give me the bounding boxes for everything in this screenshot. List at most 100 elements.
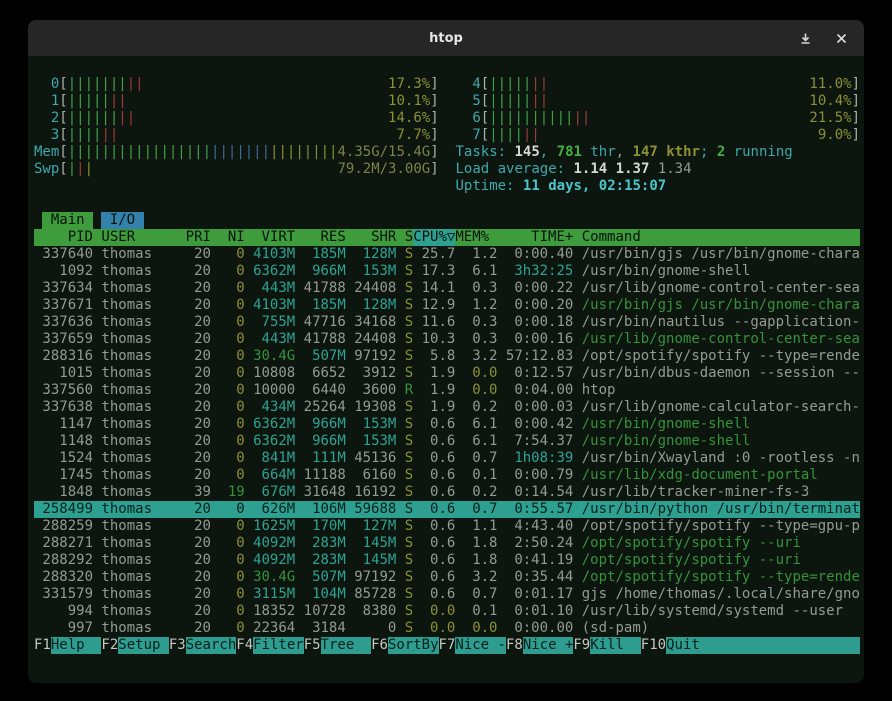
fn-key-f1[interactable]: F1: [34, 637, 51, 654]
text-segment: 145: [515, 144, 540, 161]
column-header-user[interactable]: USER: [101, 229, 177, 246]
process-row[interactable]: 1015thomas2001080866523912S1.90.00:12.57…: [34, 365, 860, 382]
fn-key-f4[interactable]: F4: [236, 637, 253, 654]
process-row[interactable]: 288259thomas2001625M170M127MS0.61.14:43.…: [34, 518, 860, 535]
bracket: ]: [852, 93, 860, 110]
column-header-pri[interactable]: PRI: [177, 229, 211, 246]
fn-key-f7[interactable]: F7: [439, 637, 456, 654]
column-header-mem[interactable]: MEM%: [455, 229, 497, 246]
fn-label-f10[interactable]: Quit: [666, 637, 860, 654]
cell-mem: 0.3: [455, 331, 497, 348]
process-row[interactable]: 1848thomas3919676M3164816192S0.60.20:14.…: [34, 484, 860, 501]
tab-main[interactable]: Main: [42, 212, 93, 229]
cell-cmd: /usr/lib/gnome-calculator-search-prov: [582, 399, 860, 416]
bar-segment: ||: [110, 93, 127, 109]
process-row[interactable]: 288320thomas20030.4G507M97192S0.63.20:35…: [34, 569, 860, 586]
column-header-time[interactable]: TIME+: [497, 229, 573, 246]
meter-bars: ||||||||: [68, 110, 388, 127]
window-titlebar[interactable]: htop: [28, 20, 864, 56]
window-title: htop: [28, 31, 864, 46]
process-row[interactable]: 337640thomas2004103M185M128MS25.71.20:00…: [34, 246, 860, 263]
cell-res: 6440: [295, 382, 346, 399]
restore-down-icon[interactable]: [798, 31, 812, 45]
cell-cmd: htop: [582, 382, 616, 399]
process-row[interactable]: 288292thomas2004092M283M145MS0.61.80:41.…: [34, 552, 860, 569]
cell-res: 966M: [295, 263, 346, 280]
cell-mem: 0.7: [455, 586, 497, 603]
process-row[interactable]: 1147thomas2006362M966M153MS0.66.10:00.42…: [34, 416, 860, 433]
cell-mem: 0.0: [455, 365, 497, 382]
close-icon[interactable]: [834, 31, 848, 45]
cell-cpu: 5.8: [413, 348, 455, 365]
process-row[interactable]: 337560thomas2001000064403600R1.90.00:04.…: [34, 382, 860, 399]
cell-res: 507M: [295, 569, 346, 586]
process-row-selected[interactable]: 258499thomas200626M106M59688S0.60.70:55.…: [34, 501, 860, 518]
process-row[interactable]: 1148thomas2006362M966M153MS0.66.17:54.37…: [34, 433, 860, 450]
process-row[interactable]: 337659thomas200443M4178824408S10.30.30:0…: [34, 331, 860, 348]
cell-s: S: [396, 603, 413, 620]
fn-label-f6[interactable]: SortBy: [388, 637, 439, 654]
column-header-cpu[interactable]: CPU%▽: [413, 229, 455, 246]
bar-segment: ||||||||||: [489, 110, 573, 126]
cell-time: 7:54.37: [497, 433, 573, 450]
cell-pid: 997: [34, 620, 93, 637]
column-header-ni[interactable]: NI: [211, 229, 245, 246]
bar-segment: ||||||||: [270, 144, 337, 160]
bracket: ]: [430, 110, 438, 127]
fn-label-f3[interactable]: Search: [186, 637, 237, 654]
cell-shr: 19308: [346, 399, 397, 416]
fn-label-f5[interactable]: Tree: [321, 637, 372, 654]
process-row[interactable]: 337634thomas200443M4178824408S14.10.30:0…: [34, 280, 860, 297]
process-row[interactable]: 1524thomas200841M111M45136S0.60.71h08:39…: [34, 450, 860, 467]
cell-shr: 128M: [346, 246, 397, 263]
fn-label-f7[interactable]: Nice -: [455, 637, 506, 654]
cell-mem: 6.1: [455, 416, 497, 433]
cell-virt: 10808: [245, 365, 296, 382]
meters-right-column: 4[|||||||11.0%]5[|||||||10.4%]6[||||||||…: [455, 76, 860, 195]
fn-label-f8[interactable]: Nice +: [523, 637, 574, 654]
column-header-pid[interactable]: PID: [34, 229, 93, 246]
process-row[interactable]: 288271thomas2004092M283M145MS0.61.82:50.…: [34, 535, 860, 552]
cell-pid: 1148: [34, 433, 93, 450]
cell-pid: 1015: [34, 365, 93, 382]
bracket: ]: [430, 93, 438, 110]
process-row[interactable]: 997thomas2002236431840S0.00.00:00.00(sd-…: [34, 620, 860, 637]
cell-ni: 0: [211, 331, 245, 348]
cell-shr: 0: [346, 620, 397, 637]
fn-key-f3[interactable]: F3: [169, 637, 186, 654]
process-row[interactable]: 337636thomas200755M4771634168S11.60.30:0…: [34, 314, 860, 331]
cell-user: thomas: [101, 569, 177, 586]
fn-label-f9[interactable]: Kill: [590, 637, 641, 654]
fn-label-f4[interactable]: Filter: [253, 637, 304, 654]
bar-segment: ||||: [489, 127, 523, 143]
fn-key-f2[interactable]: F2: [101, 637, 118, 654]
tab-io[interactable]: I/O: [101, 212, 143, 229]
process-row[interactable]: 337671thomas2004103M185M128MS12.91.20:00…: [34, 297, 860, 314]
fn-key-f9[interactable]: F9: [573, 637, 590, 654]
fn-key-f5[interactable]: F5: [304, 637, 321, 654]
process-row[interactable]: 331579thomas2003115M104M85728S0.60.70:01…: [34, 586, 860, 603]
process-row[interactable]: 1745thomas200664M111886160S0.60.10:00.79…: [34, 467, 860, 484]
meter-label: 7: [455, 127, 480, 144]
column-header-s[interactable]: S: [396, 229, 413, 246]
cell-virt: 30.4G: [245, 569, 296, 586]
column-header-virt[interactable]: VIRT: [245, 229, 296, 246]
column-header-res[interactable]: RES: [295, 229, 346, 246]
fn-label-f2[interactable]: Setup: [118, 637, 169, 654]
meter-value: 10.4%: [809, 93, 851, 110]
cell-cpu: 0.6: [413, 433, 455, 450]
fn-key-f10[interactable]: F10: [641, 637, 666, 654]
column-header-cmd[interactable]: Command: [582, 229, 860, 246]
cell-cmd: /usr/bin/gjs /usr/bin/gnome-character: [582, 246, 860, 263]
cell-res: 31648: [295, 484, 346, 501]
cell-cpu: 0.6: [413, 552, 455, 569]
fn-key-f6[interactable]: F6: [371, 637, 388, 654]
fn-label-f1[interactable]: Help: [51, 637, 102, 654]
column-header-shr[interactable]: SHR: [346, 229, 397, 246]
process-row[interactable]: 337638thomas200434M2526419308S1.90.20:00…: [34, 399, 860, 416]
process-row[interactable]: 1092thomas2006362M966M153MS17.36.13h32:2…: [34, 263, 860, 280]
process-row[interactable]: 288316thomas20030.4G507M97192S5.83.257:1…: [34, 348, 860, 365]
meter-area: ||||||||||||21.5%: [489, 110, 851, 127]
fn-key-f8[interactable]: F8: [506, 637, 523, 654]
process-row[interactable]: 994thomas20018352107288380S0.00.10:01.10…: [34, 603, 860, 620]
